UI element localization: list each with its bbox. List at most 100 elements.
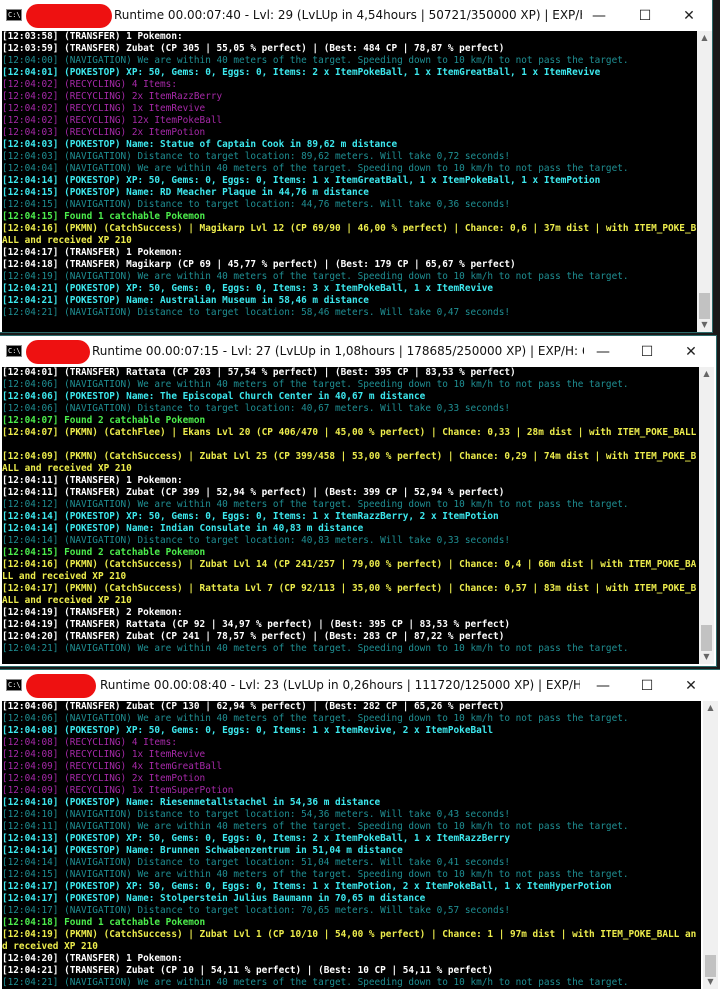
console-window-3: C:\ Runtime 00.00:08:40 - Lvl: 23 (LvLUp…: [0, 670, 720, 991]
console-window-1: C:\ Runtime 00.00:07:40 - Lvl: 29 (LvLUp…: [0, 0, 712, 332]
minimize-button[interactable]: —: [580, 336, 626, 367]
console-line: [12:04:06] (POKESTOP) Name: The Episcopa…: [2, 391, 426, 402]
console-line: [12:04:06] (NAVIGATION) Distance to targ…: [2, 403, 510, 414]
scrollbar-thumb[interactable]: [701, 625, 712, 651]
maximize-button[interactable]: ☐: [624, 670, 670, 701]
console-output[interactable]: [12:04:06] (TRANSFER) Zubat (CP 130 | 62…: [2, 701, 701, 989]
console-line: [12:04:16] (PKMN) (CatchSuccess) | Magik…: [2, 223, 697, 246]
console-line: [12:04:00] (NAVIGATION) We are within 40…: [2, 55, 629, 66]
title-bar[interactable]: C:\ Runtime 00.00:07:15 - Lvl: 27 (LvLUp…: [0, 336, 716, 367]
console-line: [12:04:19] (PKMN) (CatchSuccess) | Zubat…: [2, 929, 697, 952]
vertical-scrollbar[interactable]: ▲ ▼: [703, 701, 718, 989]
console-line: [12:04:01] (TRANSFER) Rattata (CP 203 | …: [2, 367, 516, 378]
scroll-up-icon[interactable]: ▲: [699, 367, 714, 381]
console-line: [12:04:17] (POKESTOP) XP: 50, Gems: 0, E…: [2, 881, 612, 892]
console-line: [12:04:21] (NAVIGATION) We are within 40…: [2, 643, 629, 654]
vertical-scrollbar[interactable]: ▲ ▼: [699, 367, 714, 664]
vertical-scrollbar[interactable]: ▲ ▼: [697, 31, 712, 332]
console-line: [12:04:07] (PKMN) (CatchFlee) | Ekans Lv…: [2, 427, 697, 438]
console-line: [12:04:06] (NAVIGATION) We are within 40…: [2, 379, 629, 390]
window-title: Runtime 00.00:07:15 - Lvl: 27 (LvLUp in …: [92, 344, 584, 358]
console-line: [12:04:08] (POKESTOP) XP: 50, Gems: 0, E…: [2, 725, 494, 736]
console-line: [12:04:08] (RECYCLING) 1x ItemRevive: [2, 749, 206, 760]
console-line: [12:04:19] (NAVIGATION) We are within 40…: [2, 271, 629, 282]
maximize-icon: ☐: [640, 343, 654, 360]
scroll-down-icon[interactable]: ▼: [699, 650, 714, 664]
console-line: [12:04:14] (POKESTOP) Name: Indian Consu…: [2, 523, 364, 534]
console-line: [12:04:09] (RECYCLING) 2x ItemPotion: [2, 773, 206, 784]
console-line: [12:04:18] Found 1 catchable Pokemon: [2, 917, 206, 928]
console-line: [12:04:10] (POKESTOP) Name: Riesenmetall…: [2, 797, 381, 808]
close-button[interactable]: ✕: [666, 0, 712, 31]
scrollbar-thumb[interactable]: [705, 955, 716, 977]
title-bar[interactable]: C:\ Runtime 00.00:08:40 - Lvl: 23 (LvLUp…: [0, 670, 720, 701]
minimize-icon: —: [596, 343, 610, 360]
console-line: [12:04:21] (NAVIGATION) We are within 40…: [2, 977, 629, 988]
console-line: [12:04:19] (TRANSFER) 2 Pokemon:: [2, 607, 183, 618]
console-line: [12:04:06] (TRANSFER) Zubat (CP 130 | 62…: [2, 701, 505, 712]
console-line: [12:04:14] (NAVIGATION) Distance to targ…: [2, 857, 510, 868]
console-line: [12:04:02] (RECYCLING) 4 Items:: [2, 79, 177, 90]
maximize-icon: ☐: [640, 677, 654, 694]
minimize-button[interactable]: —: [576, 0, 622, 31]
title-bar[interactable]: C:\ Runtime 00.00:07:40 - Lvl: 29 (LvLUp…: [0, 0, 712, 31]
console-line: [12:04:16] (PKMN) (CatchSuccess) | Zubat…: [2, 559, 697, 582]
console-line: [12:04:09] (PKMN) (CatchSuccess) | Zubat…: [2, 451, 697, 474]
console-output[interactable]: [12:04:01] (TRANSFER) Rattata (CP 203 | …: [2, 367, 699, 664]
console-line: [12:04:21] (NAVIGATION) Distance to targ…: [2, 307, 510, 318]
console-line: [12:04:12] (NAVIGATION) We are within 40…: [2, 499, 629, 510]
console-line: [12:03:58] (TRANSFER) 1 Pokemon:: [2, 31, 183, 42]
console-line: [12:04:14] (NAVIGATION) Distance to targ…: [2, 535, 510, 546]
console-line: [12:04:19] (TRANSFER) Rattata (CP 92 | 3…: [2, 619, 510, 630]
console-line: [12:04:15] (NAVIGATION) We are within 40…: [2, 869, 629, 880]
console-line: [12:03:59] (TRANSFER) Zubat (CP 305 | 55…: [2, 43, 505, 54]
console-line: [12:04:15] (NAVIGATION) Distance to targ…: [2, 199, 510, 210]
console-line: [12:04:02] (RECYCLING) 12x ItemPokeBall: [2, 115, 223, 126]
console-app-icon: C:\: [6, 679, 22, 691]
scroll-down-icon[interactable]: ▼: [697, 318, 712, 332]
console-line: [12:04:04] (NAVIGATION) We are within 40…: [2, 163, 629, 174]
console-line: [12:04:09] (RECYCLING) 4x ItemGreatBall: [2, 761, 223, 772]
console-line: [12:04:15] Found 1 catchable Pokemon: [2, 211, 206, 222]
close-button[interactable]: ✕: [668, 670, 714, 701]
close-icon: ✕: [683, 7, 695, 24]
scrollbar-thumb[interactable]: [699, 293, 710, 319]
scroll-down-icon[interactable]: ▼: [703, 975, 718, 989]
redacted-name: [26, 340, 90, 364]
console-line: [12:04:03] (POKESTOP) Name: Statue of Ca…: [2, 139, 398, 150]
redacted-name: [26, 4, 112, 28]
maximize-icon: ☐: [638, 7, 652, 24]
minimize-button[interactable]: —: [580, 670, 626, 701]
console-window-2: C:\ Runtime 00.00:07:15 - Lvl: 27 (LvLUp…: [0, 336, 716, 666]
close-icon: ✕: [685, 677, 697, 694]
console-line: [12:04:21] (TRANSFER) Zubat (CP 10 | 54,…: [2, 965, 494, 976]
maximize-button[interactable]: ☐: [622, 0, 668, 31]
close-icon: ✕: [685, 343, 697, 360]
scroll-up-icon[interactable]: ▲: [697, 31, 712, 45]
console-line: [12:04:17] (POKESTOP) Name: Stolperstein…: [2, 893, 426, 904]
console-output[interactable]: [12:03:58] (TRANSFER) 1 Pokemon: [12:03:5…: [2, 31, 697, 332]
maximize-button[interactable]: ☐: [624, 336, 670, 367]
console-line: [12:04:17] (PKMN) (CatchSuccess) | Ratta…: [2, 583, 697, 606]
minimize-icon: —: [596, 677, 610, 694]
console-line: [12:04:06] (NAVIGATION) We are within 40…: [2, 713, 629, 724]
window-title: Runtime 00.00:07:40 - Lvl: 29 (LvLUp in …: [114, 8, 582, 22]
console-line: [12:04:15] (POKESTOP) Name: RD Meacher P…: [2, 187, 369, 198]
console-line: [12:04:14] (POKESTOP) XP: 50, Gems: 0, E…: [2, 511, 499, 522]
console-line: [12:04:13] (POKESTOP) XP: 50, Gems: 0, E…: [2, 833, 510, 844]
console-line: [12:04:09] (RECYCLING) 1x ItemSuperPotio…: [2, 785, 234, 796]
close-button[interactable]: ✕: [668, 336, 714, 367]
console-line: [12:04:08] (RECYCLING) 4 Items:: [2, 737, 177, 748]
console-line: [12:04:21] (POKESTOP) XP: 50, Gems: 0, E…: [2, 283, 494, 294]
console-line: [12:04:14] (POKESTOP) Name: Brunnen Schw…: [2, 845, 403, 856]
console-line: [12:04:15] Found 2 catchable Pokemon: [2, 547, 206, 558]
console-line: [12:04:01] (POKESTOP) XP: 50, Gems: 0, E…: [2, 67, 601, 78]
console-line: [12:04:02] (RECYCLING) 2x ItemRazzBerry: [2, 91, 223, 102]
console-line: [12:04:07] Found 2 catchable Pokemon: [2, 415, 206, 426]
console-line: [12:04:17] (NAVIGATION) Distance to targ…: [2, 905, 510, 916]
scroll-up-icon[interactable]: ▲: [703, 701, 718, 715]
redacted-name: [26, 674, 96, 698]
console-line: [12:04:11] (TRANSFER) Zubat (CP 399 | 52…: [2, 487, 505, 498]
console-line: [12:04:20] (TRANSFER) 1 Pokemon:: [2, 953, 183, 964]
console-line: [12:04:03] (NAVIGATION) Distance to targ…: [2, 151, 510, 162]
